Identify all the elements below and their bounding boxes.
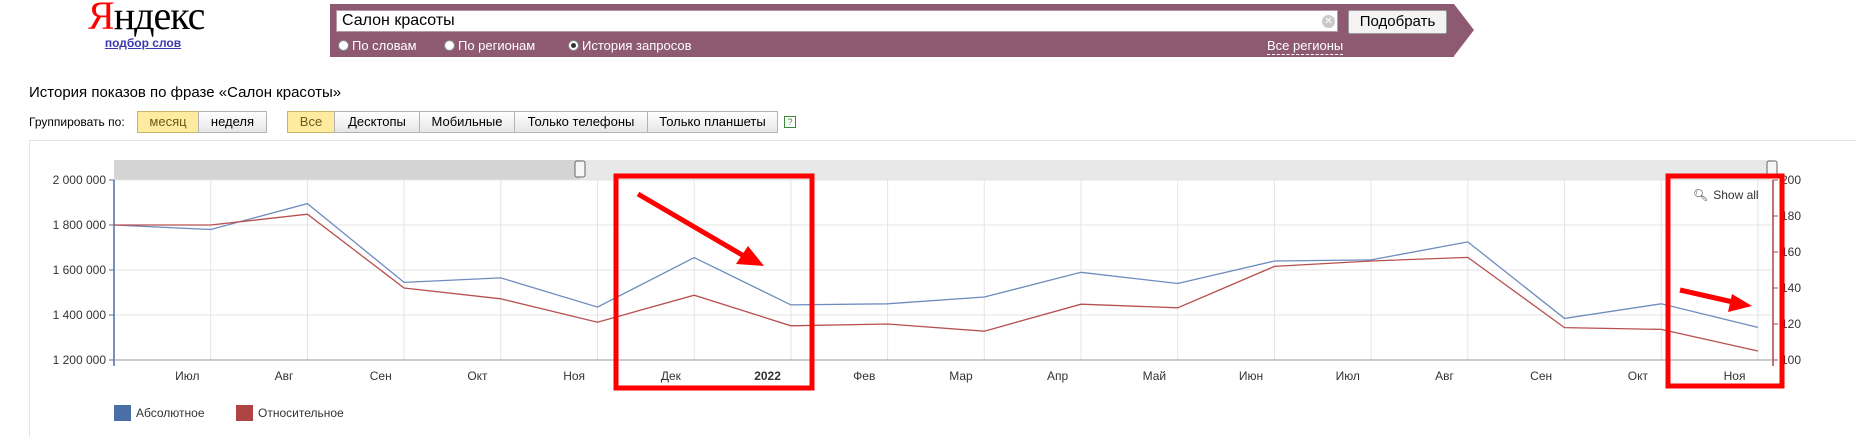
x-axis-tick-label: Окт (1628, 369, 1649, 383)
legend-swatch (114, 405, 131, 421)
show-all-button[interactable]: 🔍︎ Show all (1693, 188, 1759, 202)
x-axis-tick-label: Сен (1530, 369, 1552, 383)
x-axis-tick-label: Авг (275, 369, 294, 383)
x-axis-tick-label: Апр (1047, 369, 1069, 383)
x-axis-tick-label: Май (1143, 369, 1167, 383)
left-axis-tick-label: 1 200 000 (53, 353, 107, 367)
series-absolute-line (113, 202, 1759, 329)
zoom-icon: 🔍︎ (1693, 188, 1709, 202)
history-chart: 1 200 000 1 400 000 1 600 000 1 800 000 2 00… (53, 160, 1801, 391)
navigator-range (114, 160, 580, 180)
legend-absolute[interactable]: Абсолютное (114, 405, 205, 421)
left-axis-tick-label: 1 800 000 (53, 218, 107, 232)
x-axis-tick-label: Июл (175, 369, 199, 383)
x-axis-tick-label: Ноя (1724, 369, 1746, 383)
x-axis-tick-label: Фев (853, 369, 875, 383)
x-axis-tick-label: Июн (1239, 369, 1263, 383)
x-axis-tick-label: Окт (467, 369, 488, 383)
left-axis-tick-label: 1 600 000 (53, 263, 107, 277)
annotation-box (1665, 173, 1785, 389)
x-axis-tick-label: Июл (1336, 369, 1360, 383)
x-axis-tick-label: Ноя (563, 369, 585, 383)
series-relative-line (114, 213, 1759, 352)
x-axis-tick-label: Авг (1435, 369, 1454, 383)
legend-relative[interactable]: Относительное (236, 405, 344, 421)
legend-swatch (236, 405, 253, 421)
left-axis-tick-label: 1 400 000 (53, 308, 107, 322)
x-axis-tick-label: Сен (370, 369, 392, 383)
x-axis-tick-label: 2022 (754, 369, 781, 383)
annotation-arrow-head (1728, 294, 1752, 312)
annotation-arrow-line (1679, 287, 1734, 305)
navigator-handle-left (574, 160, 586, 178)
left-axis-tick-label: 2 000 000 (53, 173, 107, 187)
x-axis-tick-label: Мар (949, 369, 973, 383)
x-axis-tick-label: Дек (661, 369, 682, 383)
